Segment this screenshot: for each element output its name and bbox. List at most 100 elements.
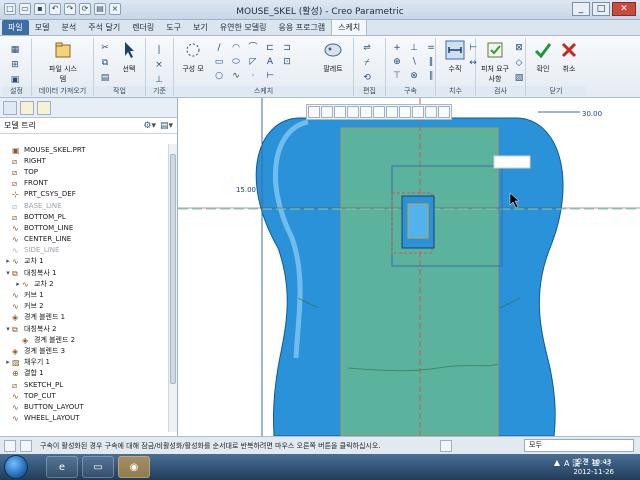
tree-item[interactable]: ▾ ⧉ 대칭복사 1: [0, 267, 168, 278]
tree-item[interactable]: ⧄ BASE_LINE: [0, 200, 168, 211]
tab-applications[interactable]: 응용 프로그램: [272, 20, 331, 35]
sketch-csys-icon[interactable]: ⊢: [263, 70, 277, 82]
tree-item[interactable]: ∿ SIDE_LINE: [0, 245, 168, 256]
tree-item[interactable]: ∿ 커브 2: [0, 301, 168, 312]
file-system-button[interactable]: 파일 시스템: [46, 40, 80, 84]
cancel-button[interactable]: 취소: [552, 40, 586, 74]
tree-item[interactable]: ▣ MOUSE_SKEL.PRT: [0, 144, 168, 155]
sketch-view-toolbar-icon[interactable]: [386, 106, 398, 118]
maximize-button[interactable]: □: [592, 2, 610, 16]
tree-item[interactable]: ⊕ 결합 1: [0, 368, 168, 379]
vertical-constraint-icon[interactable]: +: [390, 42, 404, 54]
tree-item[interactable]: ∿ BOTTOM_LINE: [0, 222, 168, 233]
tab-sketch[interactable]: 스케치: [331, 19, 368, 35]
model-view[interactable]: 15.00 30.00: [178, 98, 640, 436]
zoom-out-icon[interactable]: [334, 106, 346, 118]
tree-item[interactable]: ⧄ FRONT: [0, 178, 168, 189]
minimize-button[interactable]: _: [572, 2, 590, 16]
tree-item[interactable]: ⧄ SKETCH_PL: [0, 379, 168, 390]
tab-annotate[interactable]: 주석 달기: [82, 20, 126, 35]
tree-item[interactable]: ◈ 경계 블렌드 2: [0, 334, 168, 345]
favorites-tab-icon[interactable]: [37, 101, 51, 115]
shade-closed-loops-icon[interactable]: ▧: [512, 72, 526, 84]
tree-item[interactable]: ▸ ∿ 교차 2: [0, 278, 168, 289]
expand-toggle-icon[interactable]: ▸: [4, 257, 12, 265]
tree-item[interactable]: ∿ CENTER_LINE: [0, 234, 168, 245]
tree-item[interactable]: ◈ 경계 블렌드 3: [0, 345, 168, 356]
expand-toggle-icon[interactable]: ▾: [4, 269, 12, 277]
datum-display-icon[interactable]: [399, 106, 411, 118]
dimension-edit-box[interactable]: [493, 155, 531, 169]
tree-item[interactable]: ∿ 커브 1: [0, 289, 168, 300]
palette-button[interactable]: 팔레트: [316, 40, 350, 74]
copy-icon[interactable]: ⧉: [98, 57, 112, 69]
tree-item[interactable]: ⊹ PRT_CSYS_DEF: [0, 189, 168, 200]
dimension-right-label[interactable]: 30.00: [582, 110, 602, 118]
expand-toggle-icon[interactable]: ▾: [4, 325, 12, 333]
divide-icon[interactable]: ⌿: [360, 57, 374, 69]
rectangle-icon[interactable]: ▭: [212, 56, 226, 68]
midpoint-constraint-icon[interactable]: ∖: [407, 56, 421, 68]
ellipse-icon[interactable]: ⬭: [229, 56, 243, 68]
line-icon[interactable]: ∕: [212, 42, 226, 54]
clock[interactable]: 오전 10:43 2012-11-26: [573, 457, 614, 477]
rotate-resize-icon[interactable]: ⟲: [360, 72, 374, 84]
tree-item[interactable]: ⧄ TOP: [0, 166, 168, 177]
paste-icon[interactable]: ▤: [98, 72, 112, 84]
tab-render[interactable]: 렌더링: [126, 20, 160, 35]
sketch-setup-icon[interactable]: ▦: [8, 44, 22, 56]
cut-icon[interactable]: ✂: [98, 42, 112, 54]
tree-item[interactable]: ⧄ BOTTOM_PL: [0, 211, 168, 222]
tangent-constraint-icon[interactable]: ⊥: [407, 42, 421, 54]
coincident-constraint-icon[interactable]: ⊗: [407, 70, 421, 82]
message-log-icon[interactable]: [4, 440, 16, 452]
annotation-display-icon[interactable]: [425, 106, 437, 118]
zoom-in-icon[interactable]: [321, 106, 333, 118]
sketcher-display-icon[interactable]: [412, 106, 424, 118]
tree-item[interactable]: ∿ WHEEL_LAYOUT: [0, 413, 168, 424]
circle-icon[interactable]: ○: [212, 70, 226, 82]
point-icon[interactable]: ×: [152, 59, 166, 71]
close-button[interactable]: ✕: [612, 2, 636, 16]
internet-explorer-icon[interactable]: e: [46, 456, 78, 478]
tab-analysis[interactable]: 분석: [55, 20, 82, 35]
saved-orientations-icon[interactable]: [373, 106, 385, 118]
refit-icon[interactable]: [308, 106, 320, 118]
selection-filter[interactable]: 모두: [524, 439, 634, 452]
datum-csys-icon[interactable]: ⊥: [152, 74, 166, 86]
tab-tools[interactable]: 도구: [160, 20, 187, 35]
tray-up-icon[interactable]: ▲: [554, 458, 560, 469]
dimension-left-label[interactable]: 15.00: [236, 186, 256, 194]
spline-icon[interactable]: ∿: [229, 70, 243, 82]
tree-item[interactable]: ▸ ∿ 교차 1: [0, 256, 168, 267]
graphics-area[interactable]: 15.00 30.00: [178, 98, 640, 436]
tree-settings-icon[interactable]: ⚙▾: [143, 121, 156, 131]
overlapping-geometry-icon[interactable]: ⊠: [512, 42, 526, 54]
text-icon[interactable]: A: [263, 56, 277, 68]
tab-file[interactable]: 파일: [2, 20, 29, 35]
project-icon[interactable]: ⊡: [280, 56, 294, 68]
tab-model[interactable]: 모델: [29, 20, 56, 35]
repaint-icon[interactable]: [347, 106, 359, 118]
spin-center-icon[interactable]: [438, 106, 450, 118]
status-info-icon[interactable]: [20, 440, 32, 452]
file-explorer-icon[interactable]: ▭: [82, 456, 114, 478]
model-tree-tab-icon[interactable]: [3, 101, 17, 115]
tree-item[interactable]: ⧄ RIGHT: [0, 155, 168, 166]
creo-app-icon[interactable]: ◉: [118, 456, 150, 478]
centerline-icon[interactable]: |: [152, 44, 166, 56]
find-icon[interactable]: [440, 440, 452, 452]
tree-item[interactable]: ∿ BUTTON_LAYOUT: [0, 401, 168, 412]
horizontal-constraint-icon[interactable]: ⊕: [390, 56, 404, 68]
start-button[interactable]: [4, 455, 28, 479]
thicken-icon[interactable]: ⊐: [280, 42, 294, 54]
highlight-open-ends-icon[interactable]: ◇: [512, 57, 526, 69]
display-style-icon[interactable]: [360, 106, 372, 118]
tree-item[interactable]: ▾ ⧉ 대칭복사 2: [0, 323, 168, 334]
arc-icon[interactable]: ◠: [229, 42, 243, 54]
folder-browser-tab-icon[interactable]: [20, 101, 34, 115]
model-tree-scrollbar[interactable]: [168, 144, 177, 432]
modify-icon[interactable]: ⇌: [360, 42, 374, 54]
feature-requirements-button[interactable]: 피처 요구사항: [478, 40, 512, 84]
chamfer-icon[interactable]: ◸: [246, 56, 260, 68]
